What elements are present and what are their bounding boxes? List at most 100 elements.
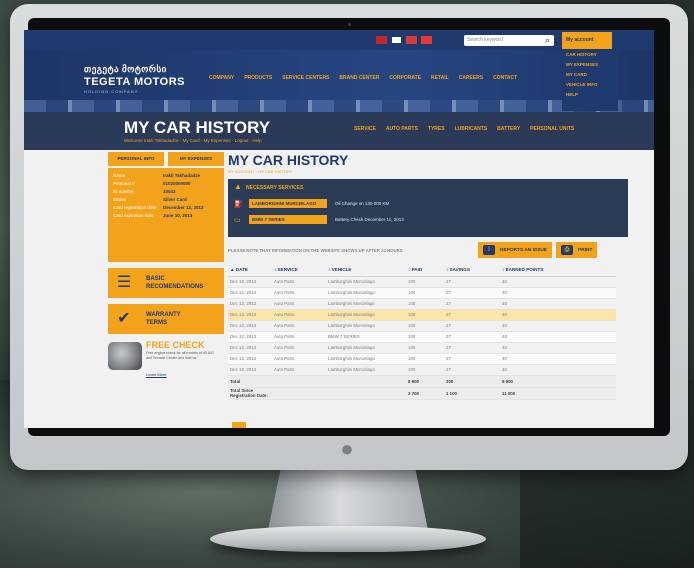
sidebar: PERSONAL INFO MY EXPENSES Name Irakli Tsk… [108,152,224,382]
table-row[interactable]: Dec 12, 2013 Auto Parts Lamborghini Murcie… [228,342,616,354]
nav-company[interactable]: COMPANY [209,75,234,81]
table-row[interactable]: Dec 12, 2013 Auto Parts BMW 7 SERIES 100 27 4… [228,331,616,343]
free-check-text: Free engine check for all models of 45 A… [146,351,214,360]
menu-help[interactable]: HELP [566,92,614,97]
flag-icon[interactable] [421,36,432,44]
info-key: Card expiration date [113,213,154,218]
info-row: Status Silver Card [113,196,219,204]
nav-products[interactable]: PRODUCTS [244,75,272,81]
table-row[interactable]: Dec 12, 2013 Auto Parts Lamborghini Murcie… [228,287,616,299]
report-icon: ! [483,245,495,255]
nav-contact[interactable]: CONTACT [493,75,517,81]
table-header-row: ▲ DATE ↕ SERVICE ↕ VEHICLE ↕ PAID ↕ SAVI… [228,264,616,277]
service-vehicle-tag[interactable]: BMW 7 SERIES [249,215,327,224]
cell-date: Dec 12, 2013 [228,287,272,299]
col-paid[interactable]: ↕ PAID [406,264,444,277]
subnav-auto-parts[interactable]: AUTO PARTS [386,126,418,132]
menu-my-card[interactable]: MY CARD [566,72,614,77]
shield-check-icon: ✔ [117,310,131,327]
nav-careers[interactable]: CAREERS [459,75,483,81]
cell-paid: 100 [406,276,444,288]
col-date[interactable]: ▲ DATE [228,264,272,277]
subnav-lubricants[interactable]: LUBRICANTS [455,126,488,132]
nav-brand-center[interactable]: BRAND CENTER [339,75,379,81]
cell-vehicle: Lamborghini Murcielago [326,287,406,299]
logo[interactable]: თეგეტა მოტორსი TEGETA MOTORS HOLDING COM… [84,64,185,94]
menu-vehicle-info[interactable]: VEHICLE INFO [566,82,614,87]
cell-paid: 100 [406,331,444,343]
table-row[interactable]: Dec 12, 2013 Auto Parts Lamborghini Murcie… [228,364,616,376]
cell-vehicle: Lamborghini Murcielago [326,342,406,354]
cell-service: Auto Parts [272,342,326,354]
total-cell: 3 700 [406,387,444,400]
cell-date: Dec 12, 2013 [228,320,272,332]
cell-earned-points: 40 [500,287,616,299]
flag-icon[interactable] [376,36,387,44]
cell-date: Dec 12, 2013 [228,331,272,343]
tab-personal-info[interactable]: PERSONAL INFO [108,152,164,166]
cell-paid: 100 [406,287,444,299]
col-vehicle[interactable]: ↕ VEHICLE [326,264,406,277]
flag-icon[interactable] [406,36,417,44]
account-dropdown: CAR HISTORY MY EXPENSES MY CARD VEHICLE … [562,49,618,111]
subnav-service[interactable]: SERVICE [354,126,376,132]
search-icon[interactable]: ⌕ [545,34,550,46]
col-service[interactable]: ↕ SERVICE [272,264,326,277]
total-since-registration-row: Total Since Registration Date: 3 700 1 100… [228,387,616,400]
cell-paid: 100 [406,353,444,365]
cell-vehicle: Lamborghini Murcielago [326,364,406,376]
content-breadcrumb[interactable]: MY ACCOUNT › MY CAR HISTORY [228,169,628,174]
report-issue-label: REPORTS AN ISSUE [500,247,547,253]
cell-paid: 100 [406,320,444,332]
pagination-button[interactable] [232,422,246,428]
service-vehicle-tag[interactable]: LAMBORGHINI MURCIELAGO [249,199,327,208]
tab-my-expenses[interactable]: MY EXPENSES [168,152,224,166]
col-earned-points[interactable]: ↕ EARNED POINTS [500,264,616,277]
menu-my-expenses[interactable]: MY EXPENSES [566,62,614,67]
table-row[interactable]: Dec 12, 2013 Auto Parts Lamborghini Murcie… [228,276,616,288]
print-button[interactable]: ⎙ PRINT [556,242,598,258]
total-row: Total 8 900 300 9 900 [228,375,616,388]
necessary-services-box: ▲ NECESSARY SERVICES ⛽ LAMBORGHINI MURCI… [228,179,628,237]
cell-savings: 27 [444,287,500,299]
cell-date: Dec 12, 2013 [228,353,272,365]
learn-more-link[interactable]: Learn More [146,372,166,377]
warranty-terms-card[interactable]: ✔ WARRANTY TERMS [108,304,224,334]
search-input[interactable]: Search keyword [464,35,554,46]
cell-earned-points: 40 [500,298,616,310]
logo-georgian: თეგეტა მოტორსი [84,64,167,74]
basic-recommendations-card[interactable]: ☰ BASIC RECOMENDATIONS [108,268,224,298]
table-row[interactable]: Dec 12, 2013 Auto Parts Lamborghini Murcie… [228,320,616,332]
nav-service-centers[interactable]: SERVICE CENTERS [282,75,329,81]
subnav-personal-units[interactable]: PERSONAL UNITS [530,126,574,132]
title-band: MY CAR HISTORY Welcome Irakli Tskhadadze… [24,112,654,150]
info-key: Card registration date [113,205,157,210]
card-label-line2: TERMS [146,320,167,326]
cell-service: Auto Parts [272,320,326,332]
flag-icon[interactable] [391,36,402,44]
cell-vehicle: Lamborghini Murcielago [326,353,406,365]
nav-corporate[interactable]: CORPORATE [389,75,421,81]
total-cell: Total [228,375,272,388]
total-cell: 9 900 [500,375,616,388]
my-account-button[interactable]: My account [562,32,612,49]
menu-car-history[interactable]: CAR HISTORY [566,52,614,57]
cell-vehicle: Lamborghini Murcielago [326,320,406,332]
table-row[interactable]: Dec 12, 2013 Auto Parts Lamborghini Murcie… [228,353,616,365]
info-value: Silver Card [163,197,187,202]
info-row: Personal # 01020000000 [113,180,219,188]
report-issue-button[interactable]: ! REPORTS AN ISSUE [478,242,552,258]
table-row[interactable]: Dec 12, 2013 Auto Parts Lamborghini Murcie… [228,298,616,310]
subnav-battery[interactable]: BATTERY [497,126,520,132]
table-row[interactable]: Dec 12, 2013 Auto Parts Lamborghini Murcie… [228,309,616,321]
subnav-tyres[interactable]: TYRES [428,126,445,132]
nav-retail[interactable]: RETAIL [431,75,449,81]
print-icon: ⎙ [561,245,573,255]
note-row: PLEASE NOTE THAT INFORMATION ON THE WEBS… [228,241,628,259]
info-value: Irakli Tskhadadze [163,173,201,178]
breadcrumb[interactable]: Welcome Irakli Tskhadadze · My Card · My… [124,138,262,143]
sidebar-tabs: PERSONAL INFO MY EXPENSES [108,152,224,166]
col-savings[interactable]: ↕ SAVINGS [444,264,500,277]
cell-savings: 27 [444,309,500,321]
header-banner-strip [24,100,654,112]
